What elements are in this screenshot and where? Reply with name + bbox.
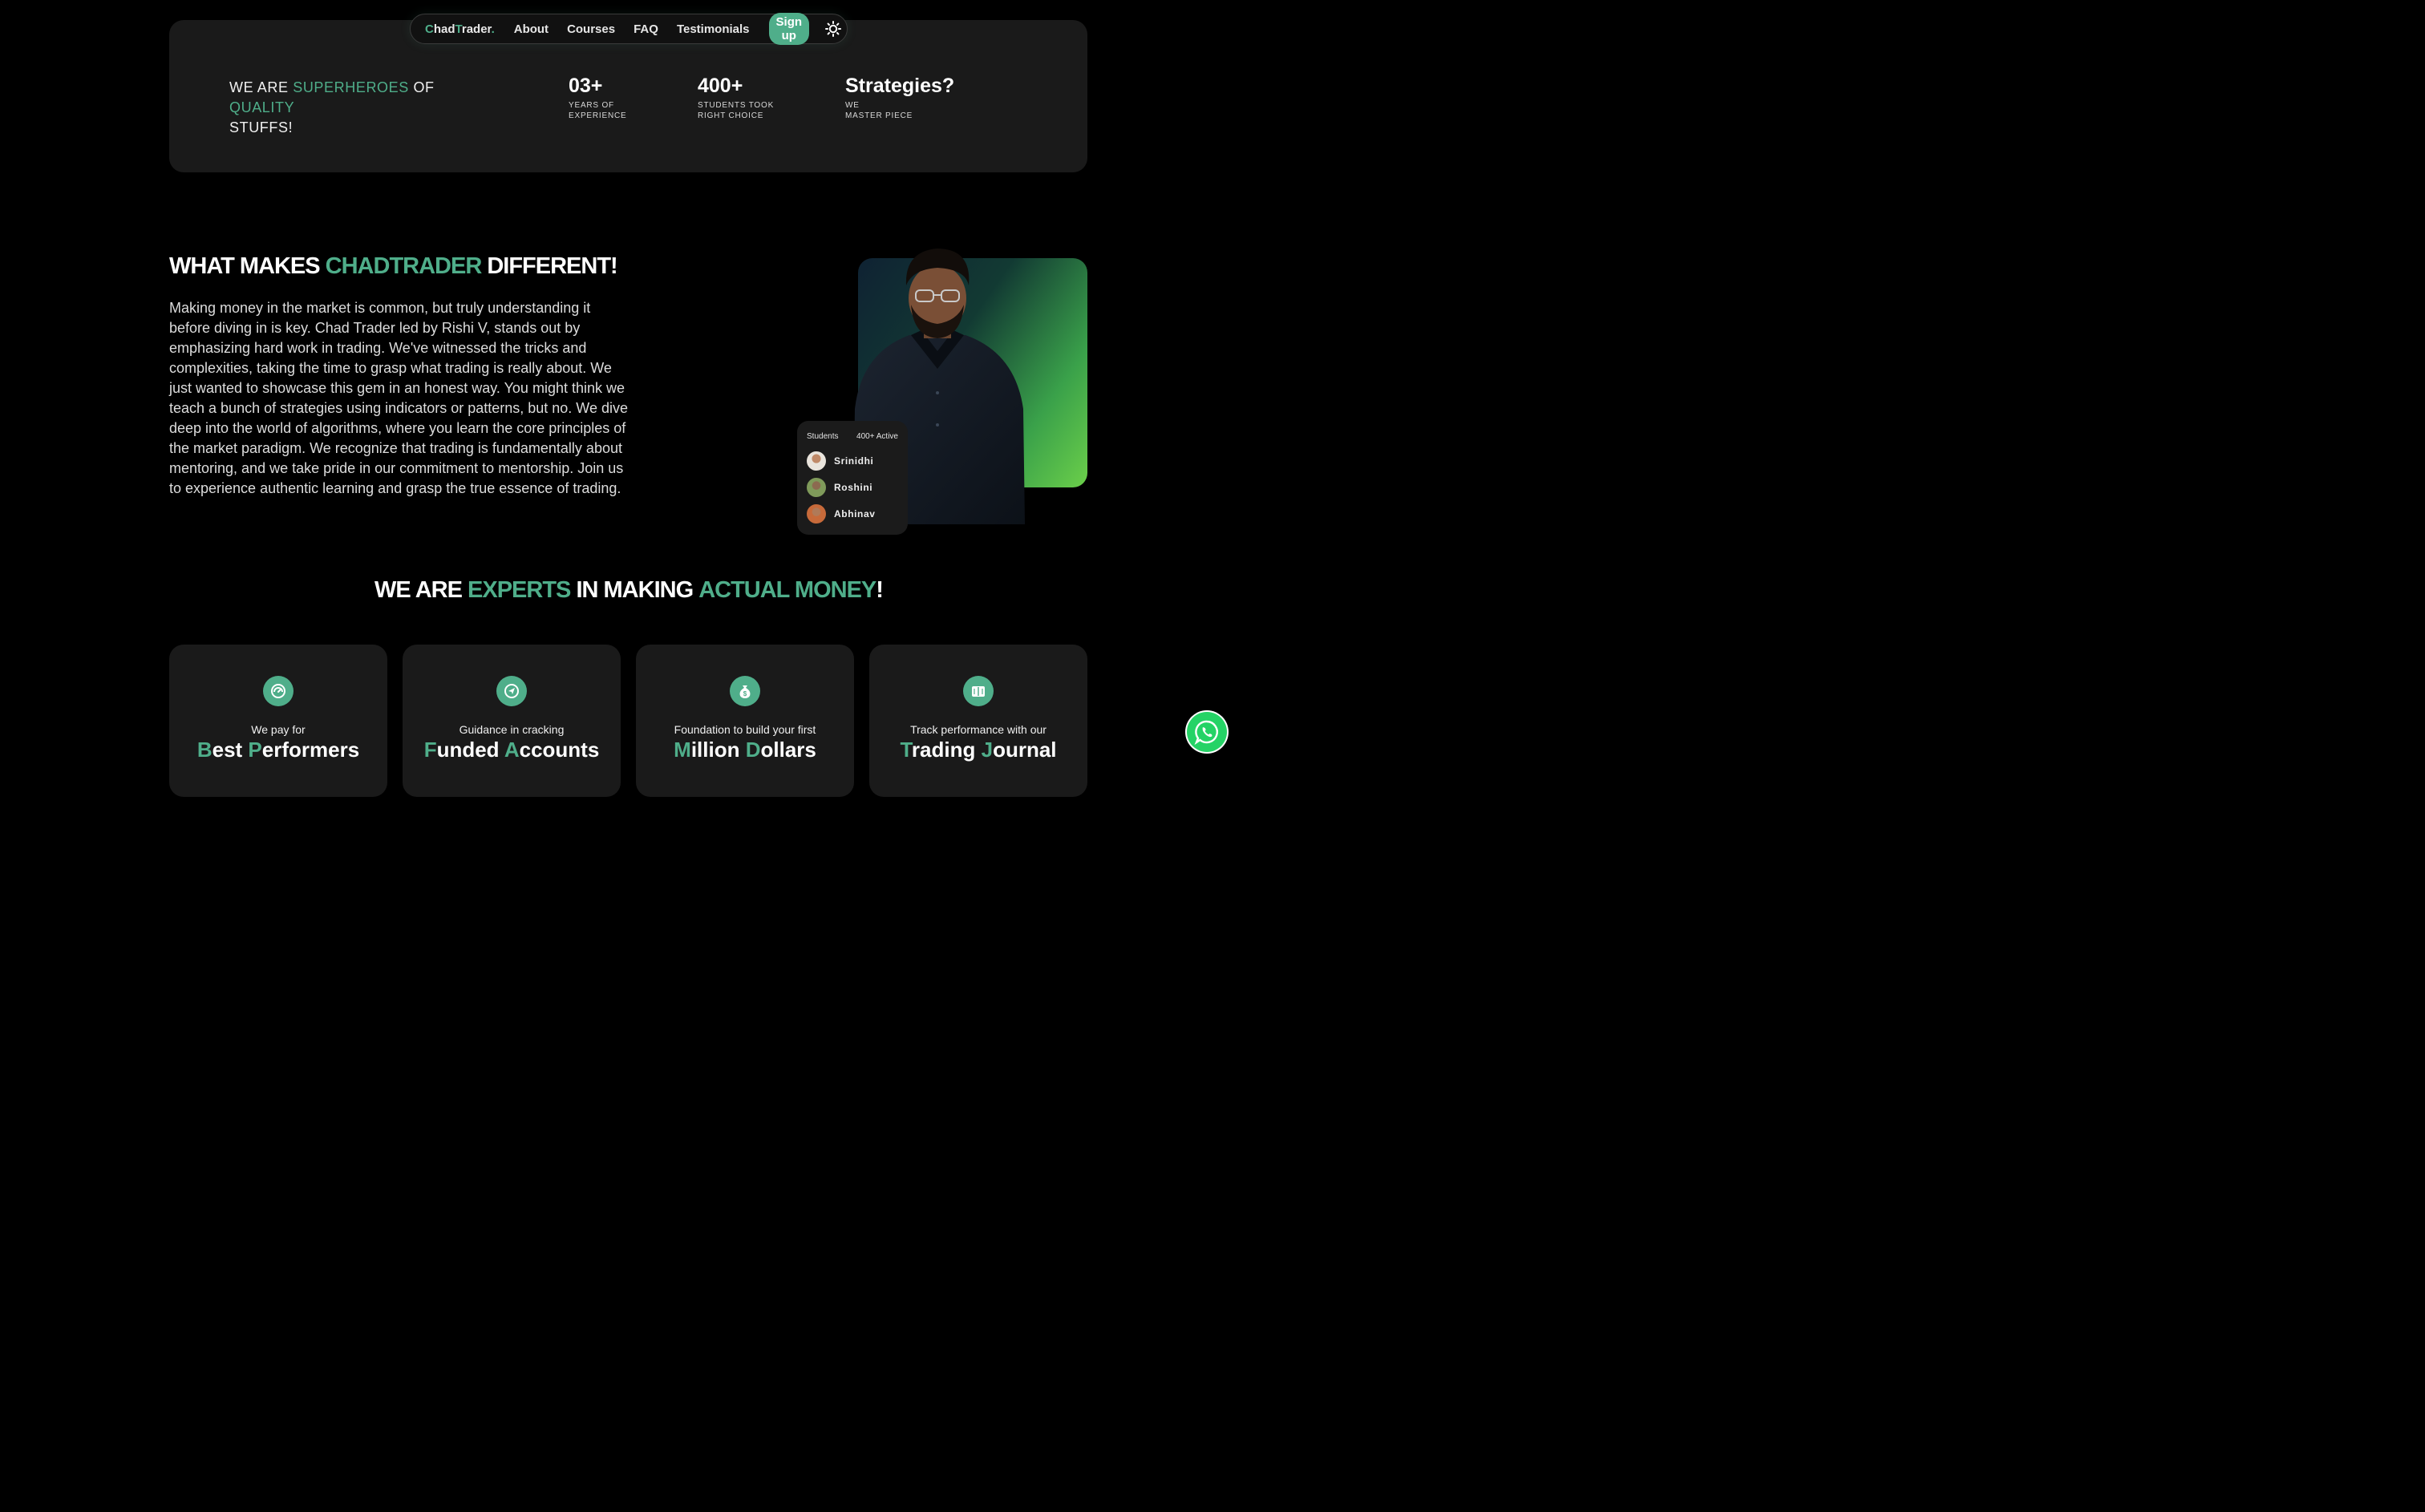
feature-title-initial: B xyxy=(196,738,213,762)
feature-title: Funded Accounts xyxy=(403,738,621,762)
about-body: Making money in the market is common, bu… xyxy=(169,300,629,496)
stat-value: 03+ xyxy=(569,75,603,97)
student-item: Srinidhi xyxy=(807,447,898,474)
feature-subtitle: Foundation to build your first xyxy=(674,723,816,736)
tagline-quality: QUALITY xyxy=(229,99,295,115)
experts-title-end: ! xyxy=(876,577,884,603)
logo-text-rader: rader xyxy=(461,22,492,36)
avatar xyxy=(807,451,826,471)
feature-title-initial: F xyxy=(423,738,437,762)
feature-title-initial: D xyxy=(745,738,761,762)
students-card: Students 400+ Active Srinidhi Roshini Ab… xyxy=(797,421,908,535)
logo-letter-t: T xyxy=(455,22,462,36)
feature-title-initial: A xyxy=(504,738,520,762)
hero-tagline: WE ARE SUPERHEROES OF QUALITY STUFFS! xyxy=(229,78,502,138)
feature-card-million-dollars: $ Foundation to build your first Million… xyxy=(636,645,854,797)
student-name: Srinidhi xyxy=(834,455,874,467)
tagline-of: OF xyxy=(408,79,435,95)
feature-title-rest: rading xyxy=(911,738,982,762)
logo[interactable]: ChadTrader. xyxy=(425,22,495,36)
logo-letter-c: C xyxy=(425,22,434,36)
nav-about[interactable]: About xyxy=(514,22,549,36)
feature-card-trading-journal: Track performance with our Trading Journ… xyxy=(869,645,1087,797)
stat-label: WE MASTER PIECE xyxy=(845,101,913,120)
feature-card-funded-accounts: Guidance in cracking Funded Accounts xyxy=(403,645,621,797)
student-name: Abhinav xyxy=(834,507,876,519)
sun-icon[interactable] xyxy=(825,20,842,38)
feature-title-initial: P xyxy=(248,738,262,762)
student-name: Roshini xyxy=(834,481,873,493)
book-icon xyxy=(963,676,994,706)
stat-years: 03+ YEARS OF EXPERIENCE xyxy=(569,74,626,121)
gauge-icon xyxy=(263,676,294,706)
avatar xyxy=(807,503,826,524)
feature-title: Trading Journal xyxy=(869,738,1087,762)
tagline-stuffs: STUFFS! xyxy=(229,119,294,135)
top-navbar: ChadTrader. About Courses FAQ Testimonia… xyxy=(410,13,848,45)
whatsapp-button[interactable] xyxy=(1187,712,1227,752)
feature-title-rest: ccounts xyxy=(519,738,600,762)
money-bag-icon: $ xyxy=(730,676,760,706)
student-item: Abhinav xyxy=(807,500,898,527)
nav-testimonials[interactable]: Testimonials xyxy=(677,22,750,36)
experts-title-money: ACTUAL MONEY xyxy=(698,577,876,603)
tagline-superheroes: SUPERHEROES xyxy=(293,79,409,95)
stat-label: YEARS OF EXPERIENCE xyxy=(569,101,627,120)
feature-title-initial: T xyxy=(900,738,912,762)
logo-dot: . xyxy=(491,22,495,36)
stat-students: 400+ STUDENTS TOOK RIGHT CHOICE xyxy=(698,74,774,121)
feature-title-rest: ollars xyxy=(760,738,816,762)
experts-title-pre: WE ARE xyxy=(374,577,468,603)
students-active-count: 400+ Active xyxy=(856,432,898,441)
page: ChadTrader. About Courses FAQ Testimonia… xyxy=(0,0,1257,797)
feature-title-initial: M xyxy=(674,738,691,762)
stat-value: Strategies? xyxy=(845,75,955,97)
student-item: Roshini xyxy=(807,474,898,500)
avatar xyxy=(807,477,826,497)
feature-title-rest: illion xyxy=(690,738,746,762)
feature-title-rest: unded xyxy=(436,738,504,762)
experts-title-mid: IN MAKING xyxy=(570,577,699,603)
tagline-we-are: WE ARE xyxy=(229,79,294,95)
svg-text:$: $ xyxy=(743,690,747,697)
whatsapp-icon xyxy=(1194,720,1218,746)
feature-card-best-performers: We pay for Best Performers xyxy=(169,645,387,797)
about-title-post: DIFFERENT! xyxy=(481,253,617,279)
feature-title-rest: ournal xyxy=(993,738,1057,762)
feature-title: Million Dollars xyxy=(636,738,854,762)
about-title: WHAT MAKES CHADTRADER DIFFERENT! xyxy=(169,253,618,280)
nav-faq[interactable]: FAQ xyxy=(634,22,658,36)
nav-courses[interactable]: Courses xyxy=(567,22,615,36)
logo-text-had: had xyxy=(433,22,455,36)
signup-button[interactable]: Sign up xyxy=(768,13,810,45)
feature-subtitle: Track performance with our xyxy=(910,723,1047,736)
stat-label: STUDENTS TOOK RIGHT CHOICE xyxy=(698,101,775,120)
feature-subtitle: We pay for xyxy=(251,723,306,736)
paper-plane-icon xyxy=(496,676,527,706)
feature-subtitle: Guidance in cracking xyxy=(459,723,565,736)
experts-title-experts: EXPERTS xyxy=(468,577,571,603)
feature-title: Best Performers xyxy=(169,738,387,762)
feature-title-rest: erformers xyxy=(261,738,360,762)
stat-value: 400+ xyxy=(698,75,743,97)
feature-title-initial: J xyxy=(981,738,994,762)
stat-strategies: Strategies? WE MASTER PIECE xyxy=(845,74,954,121)
experts-title: WE ARE EXPERTS IN MAKING ACTUAL MONEY! xyxy=(0,577,1257,604)
about-title-pre: WHAT MAKES xyxy=(169,253,326,279)
feature-title-rest: est xyxy=(212,738,249,762)
about-title-brand: CHADTRADER xyxy=(325,253,483,279)
students-card-title: Students xyxy=(807,432,839,441)
